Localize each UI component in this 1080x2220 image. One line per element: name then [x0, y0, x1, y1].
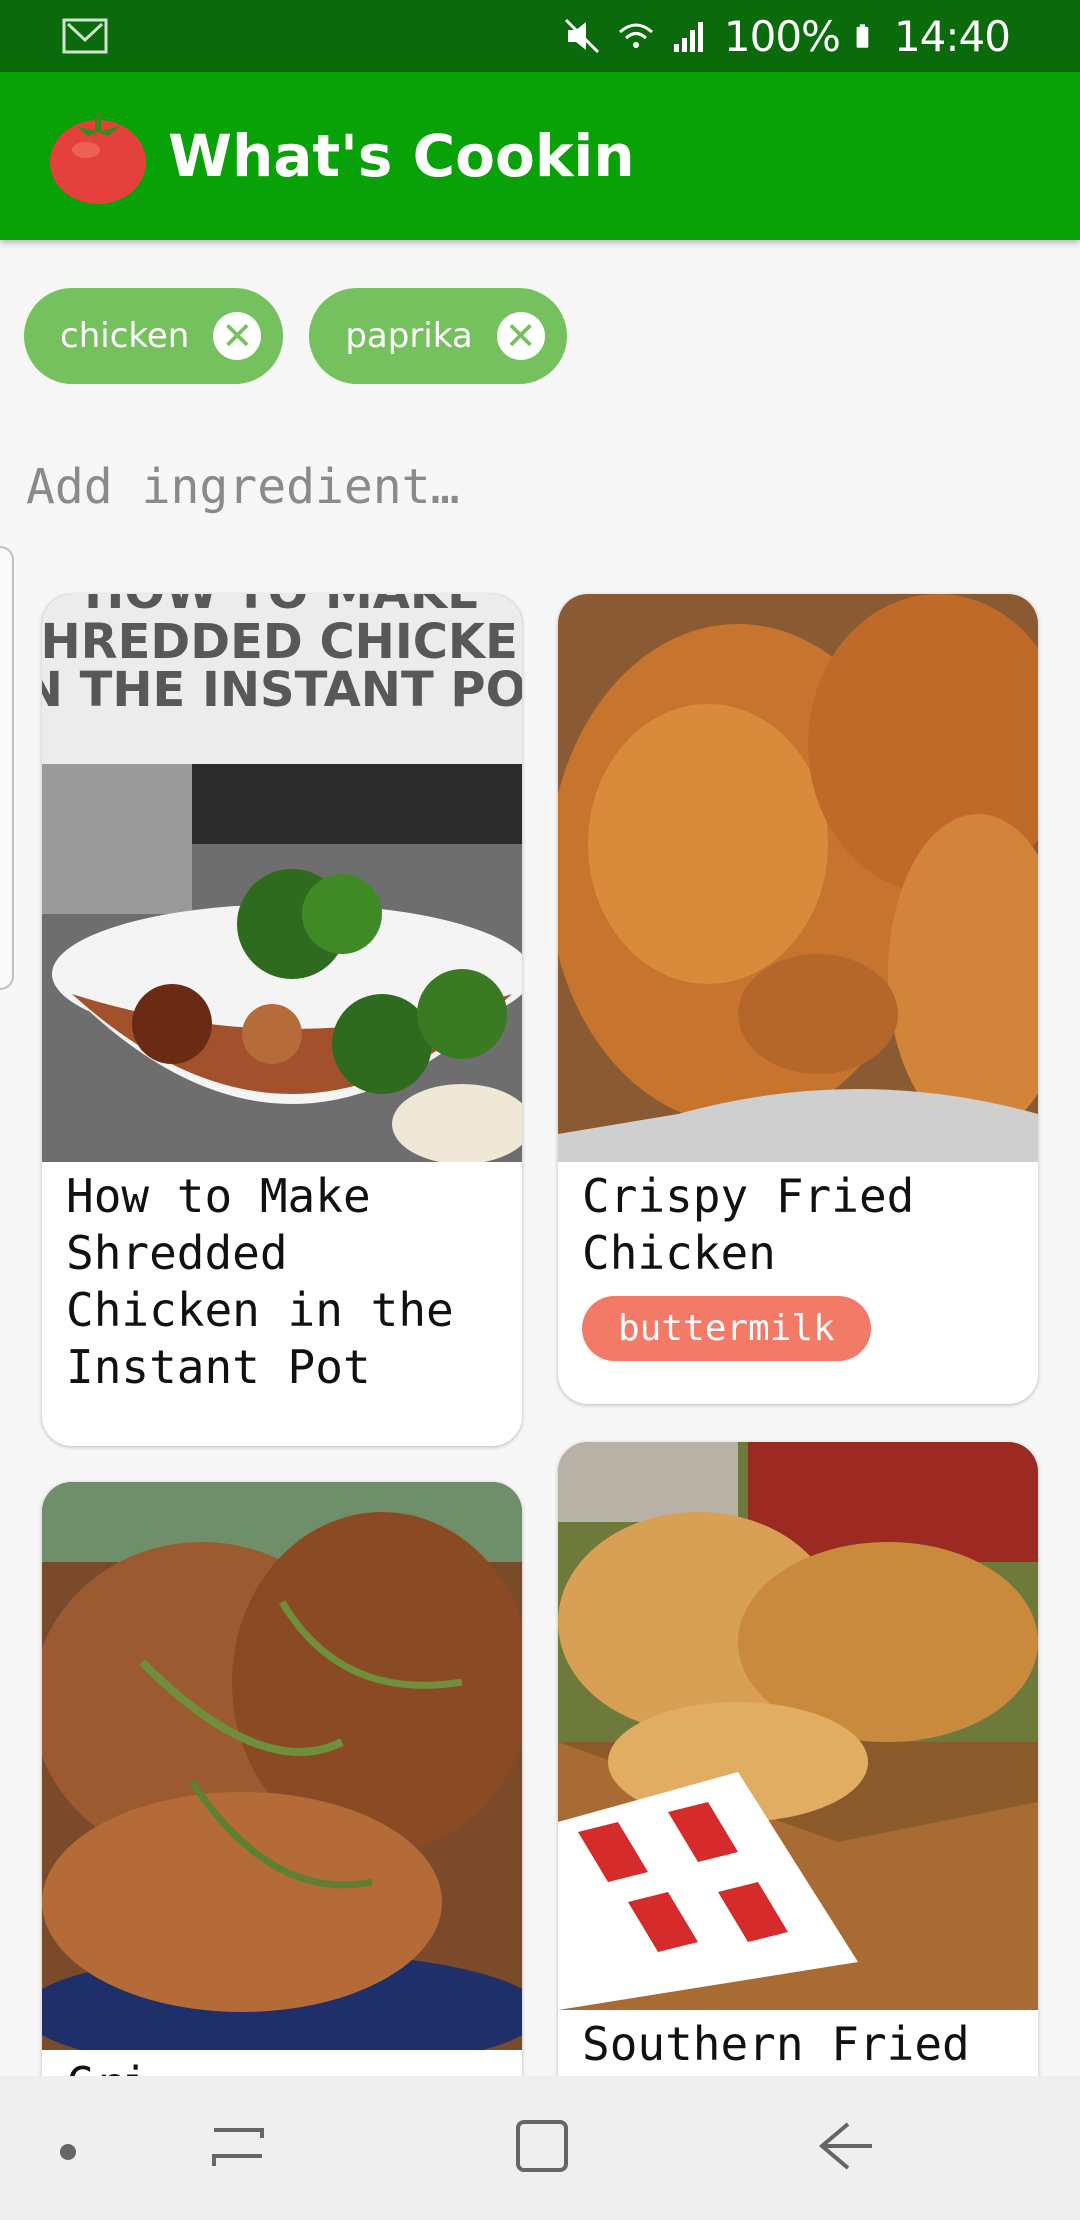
back-icon[interactable]: [816, 2116, 876, 2176]
clock: 14:40: [893, 11, 1011, 61]
app-title: What's Cookin: [168, 122, 635, 190]
tomato-logo: [50, 112, 146, 204]
battery-icon: [856, 24, 869, 48]
recipe-image: [558, 594, 1038, 1162]
recipe-card[interactable]: Southern Fried: [558, 1442, 1038, 2182]
system-nav-bar: [0, 2076, 1080, 2220]
recipe-card[interactable]: Crispy Fried Chicken buttermilk: [558, 594, 1038, 1404]
signal-icon: [673, 22, 703, 52]
dot-icon[interactable]: [58, 2142, 78, 2162]
ingredient-tag: buttermilk: [582, 1296, 871, 1361]
battery-percent: 100%: [723, 11, 841, 61]
status-bar: 100% 14:40: [0, 0, 1080, 72]
add-ingredient-input[interactable]: [26, 452, 926, 522]
recipe-image: HOW TO MAKE SHREDDED CHICKEN IN THE INST…: [42, 594, 522, 1164]
chip-label: paprika: [345, 316, 473, 356]
edge-panel-handle[interactable]: [0, 546, 14, 990]
app-bar: What's Cookin: [0, 72, 1080, 240]
recipe-title: Southern Fried: [582, 2017, 970, 2071]
chip-paprika[interactable]: paprika ✕: [309, 288, 567, 384]
recent-apps-icon[interactable]: [210, 2116, 266, 2176]
recipe-title: Crispy Fried Chicken: [582, 1169, 915, 1280]
wifi-icon: [618, 23, 653, 48]
recipe-card[interactable]: HOW TO MAKE SHREDDED CHICKEN IN THE INST…: [42, 594, 522, 1446]
close-icon[interactable]: ✕: [496, 312, 545, 360]
home-icon[interactable]: [512, 2116, 572, 2176]
chip-chicken[interactable]: chicken ✕: [24, 288, 284, 384]
recipe-image: [558, 1442, 1038, 2010]
gmail-icon: [62, 18, 108, 54]
recipe-image: [42, 1482, 522, 2072]
close-icon[interactable]: ✕: [213, 312, 262, 360]
chip-label: chicken: [60, 316, 190, 356]
mute-icon: [564, 18, 599, 54]
ingredient-chips: chicken ✕ paprika ✕: [24, 288, 567, 384]
image-overlay-line: IN THE INSTANT POT: [42, 662, 522, 718]
recipe-title: How to Make Shredded Chicken in the Inst…: [66, 1169, 454, 1394]
